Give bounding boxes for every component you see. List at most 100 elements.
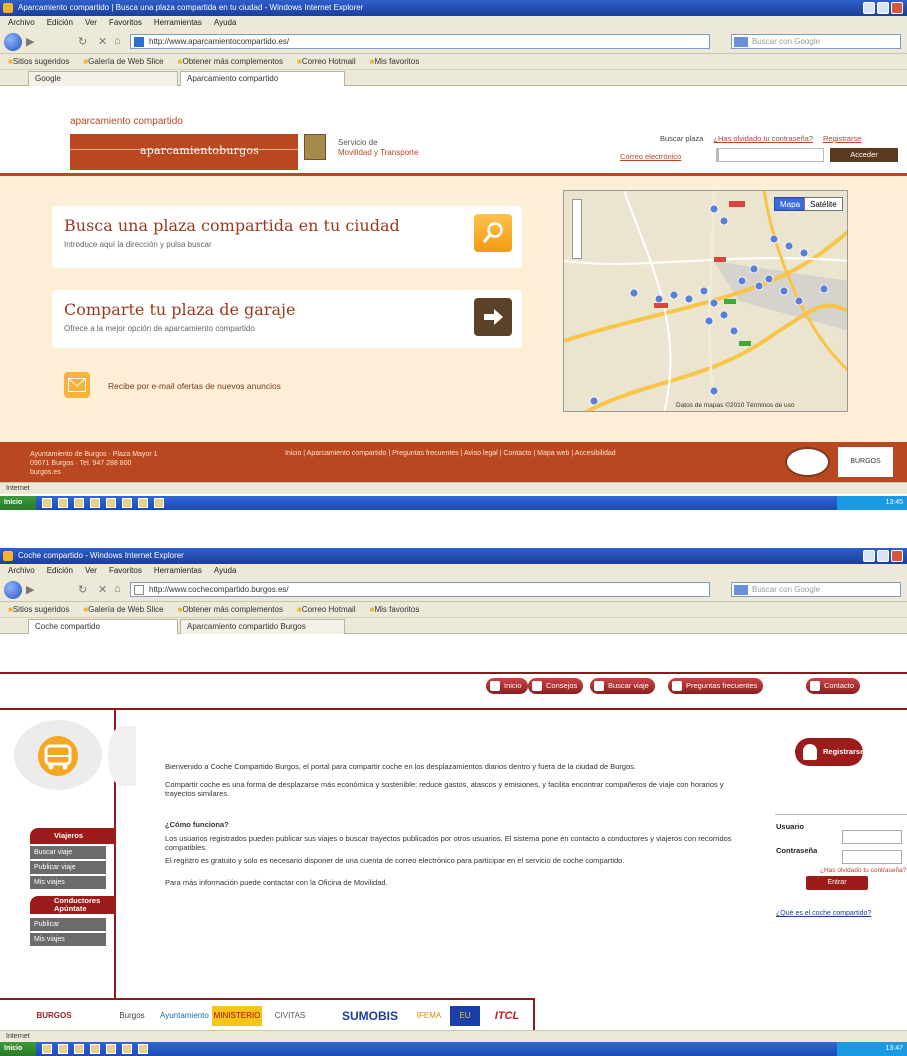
login-button[interactable]: Acceder (830, 148, 898, 162)
link-register[interactable]: Registrarse (823, 134, 861, 143)
login-password-input[interactable] (718, 148, 824, 162)
nav-buscar-viaje[interactable]: Buscar viaje (590, 678, 655, 694)
tab-aparcamiento[interactable]: Aparcamiento compartido Burgos (180, 619, 345, 634)
nav-inicio[interactable]: Inicio (486, 678, 528, 694)
share-button[interactable] (474, 298, 512, 336)
stop-icon[interactable]: ✕ (98, 35, 107, 48)
app-icon[interactable] (106, 1044, 116, 1054)
map-zoom-control[interactable] (572, 199, 582, 259)
password-input[interactable] (842, 850, 902, 864)
sidebar-item-buscar[interactable]: Buscar viaje (30, 846, 106, 859)
menu-favoritos[interactable]: Favoritos (109, 16, 142, 30)
menu-favoritos[interactable]: Favoritos (109, 564, 142, 578)
search-input[interactable]: Buscar con Google (731, 34, 901, 49)
app-icon[interactable] (58, 1044, 68, 1054)
menu-ayuda[interactable]: Ayuda (214, 16, 237, 30)
minimize-icon[interactable] (863, 2, 875, 14)
close-icon[interactable] (891, 550, 903, 562)
nav-preguntas-frecuentes[interactable]: Preguntas frecuentes (668, 678, 764, 694)
home-icon[interactable]: ⌂ (114, 35, 121, 47)
app-icon[interactable] (90, 498, 100, 508)
favorite-item[interactable]: Sitios sugeridos (8, 602, 69, 617)
url-input[interactable]: http://www.aparcamientocompartido.es/ (130, 34, 710, 49)
sidebar-item-mis-viajes[interactable]: Mis viajes (30, 876, 106, 889)
tab-aparcamiento[interactable]: Aparcamiento compartido (180, 71, 345, 86)
maximize-icon[interactable] (877, 2, 889, 14)
favorite-item[interactable]: Obtener más complementos (178, 54, 283, 69)
favorite-item[interactable]: Correo Hotmail (297, 54, 356, 69)
app-icon[interactable] (74, 1044, 84, 1054)
stop-icon[interactable]: ✕ (98, 583, 107, 596)
forward-icon[interactable]: ▶ (26, 583, 34, 596)
menu-ver[interactable]: Ver (85, 16, 97, 30)
favorite-item[interactable]: Galería de Web Slice (83, 54, 163, 69)
url-input[interactable]: http://www.cochecompartido.burgos.es/ (130, 582, 710, 597)
how-it-works-heading: ¿Cómo funciona? (165, 820, 229, 829)
favorite-item[interactable]: Galería de Web Slice (83, 602, 163, 617)
menu-herramientas[interactable]: Herramientas (154, 16, 202, 30)
link-forgot-password[interactable]: ¿Has olvidado tu contraseña? (713, 134, 813, 143)
app-icon[interactable] (90, 1044, 100, 1054)
menu-herramientas[interactable]: Herramientas (154, 564, 202, 578)
banner-logo-text[interactable]: aparcamientoburgos (140, 144, 259, 157)
search-button[interactable] (474, 214, 512, 252)
nav-consejos[interactable]: Consejos (528, 678, 584, 694)
register-button[interactable]: Registrarse (795, 738, 864, 766)
app-icon[interactable] (138, 498, 148, 508)
refresh-icon[interactable]: ↻ (78, 583, 87, 596)
tab-google[interactable]: Google (28, 71, 178, 86)
app-icon[interactable] (58, 498, 68, 508)
footer-links[interactable]: Inicio | Aparcamiento compartido | Pregu… (285, 450, 616, 457)
satellite-view-button[interactable]: Satélite (804, 197, 843, 211)
app-icon[interactable] (42, 1044, 52, 1054)
app-icon[interactable] (42, 498, 52, 508)
app-icon[interactable] (122, 498, 132, 508)
newsletter-link[interactable]: Recibe por e-mail ofertas de nuevos anun… (108, 381, 281, 391)
favorite-item[interactable]: Obtener más complementos (178, 602, 283, 617)
app-icon[interactable] (154, 498, 164, 508)
quick-launch (42, 498, 164, 508)
tab-bar: Google Aparcamiento compartido (0, 70, 907, 86)
back-icon[interactable] (4, 33, 22, 51)
link-buscar-plaza[interactable]: Buscar plaza (660, 134, 703, 143)
start-button[interactable]: Inicio (0, 496, 36, 510)
start-button[interactable]: Inicio (0, 1042, 36, 1056)
app-icon[interactable] (74, 498, 84, 508)
app-icon[interactable] (138, 1044, 148, 1054)
what-is-link[interactable]: ¿Qué es el coche compartido? (776, 910, 871, 917)
sidebar-item-mis-viajes-2[interactable]: Mis viajes (30, 933, 106, 946)
close-icon[interactable] (891, 2, 903, 14)
sidebar-item-publicar-2[interactable]: Publicar (30, 918, 106, 931)
menu-archivo[interactable]: Archivo (8, 564, 35, 578)
menu-edicion[interactable]: Edición (47, 16, 73, 30)
menu-edicion[interactable]: Edición (47, 564, 73, 578)
forward-icon[interactable]: ▶ (26, 35, 34, 48)
login-divider (775, 814, 907, 815)
forgot-password-link[interactable]: ¿Has olvidado tu contraseña? (820, 867, 906, 874)
nav-contacto[interactable]: Contacto (806, 678, 861, 694)
user-input[interactable] (842, 830, 902, 844)
top-divider (0, 672, 907, 674)
favorite-item[interactable]: Mis favoritos (370, 602, 419, 617)
home-icon[interactable]: ⌂ (114, 583, 121, 595)
search-input[interactable]: Buscar con Google (731, 582, 901, 597)
map-view-button[interactable]: Mapa (774, 197, 807, 211)
minimize-icon[interactable] (863, 550, 875, 562)
refresh-icon[interactable]: ↻ (78, 35, 87, 48)
app-icon[interactable] (122, 1044, 132, 1054)
login-button[interactable]: Entrar (806, 876, 868, 890)
maximize-icon[interactable] (877, 550, 889, 562)
address-line: Ayuntamiento de Burgos · Plaza Mayor 1 (30, 451, 158, 458)
menu-ayuda[interactable]: Ayuda (214, 564, 237, 578)
app-icon[interactable] (106, 498, 116, 508)
menu-ver[interactable]: Ver (85, 564, 97, 578)
sidebar-item-publicar[interactable]: Publicar viaje (30, 861, 106, 874)
mail-icon[interactable] (64, 372, 90, 398)
favorite-item[interactable]: Correo Hotmail (297, 602, 356, 617)
map-widget[interactable]: Mapa Satélite Datos de mapas ©2010 Térmi… (563, 190, 848, 412)
tab-coche-compartido[interactable]: Coche compartido (28, 619, 178, 634)
favorite-item[interactable]: Mis favoritos (370, 54, 419, 69)
menu-archivo[interactable]: Archivo (8, 16, 35, 30)
favorite-item[interactable]: Sitios sugeridos (8, 54, 69, 69)
back-icon[interactable] (4, 581, 22, 599)
